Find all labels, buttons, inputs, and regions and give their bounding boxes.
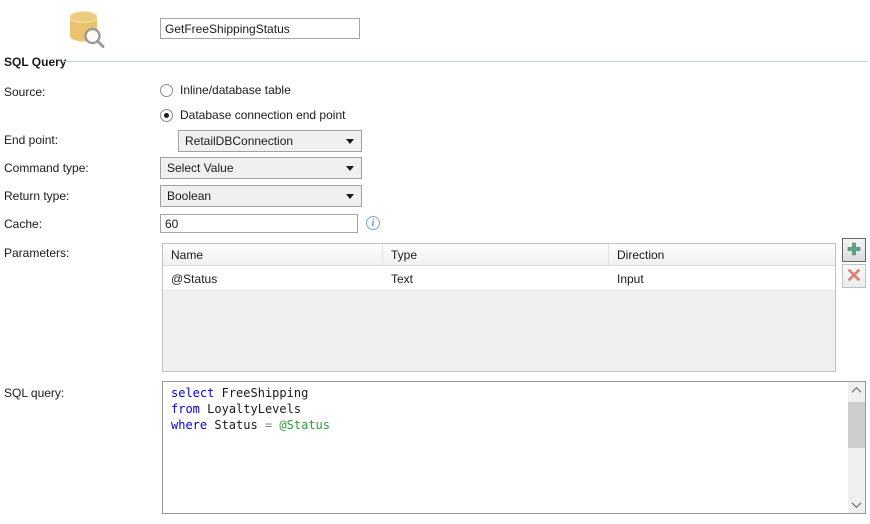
section-title: SQL Query — [4, 55, 66, 69]
sql-parameter: @Status — [279, 418, 330, 432]
radio-option-db-endpoint[interactable]: Database connection end point — [160, 108, 345, 122]
scroll-up-button[interactable] — [848, 382, 865, 399]
table-row[interactable]: @Status Text Input — [163, 266, 835, 291]
return-type-dropdown[interactable]: Boolean — [160, 185, 362, 207]
radio-option-inline-table[interactable]: Inline/database table — [160, 83, 291, 97]
cache-label: Cache: — [4, 217, 42, 231]
delete-icon — [846, 267, 862, 286]
query-name-input[interactable] — [160, 18, 360, 39]
sql-keyword: where — [171, 418, 207, 432]
parameter-type-cell: Text — [383, 266, 609, 290]
info-icon[interactable]: i — [366, 216, 380, 230]
parameter-name-cell: @Status — [163, 266, 383, 290]
delete-parameter-button[interactable] — [842, 264, 866, 288]
sql-query-config-panel: SQL Query Source: Inline/database table … — [0, 0, 870, 524]
return-type-label: Return type: — [4, 189, 69, 203]
chevron-down-icon — [346, 139, 354, 144]
sql-query-label: SQL query: — [4, 386, 64, 400]
source-label: Source: — [4, 85, 45, 99]
sql-code: select FreeShipping from LoyaltyLevelswhe… — [163, 382, 865, 433]
end-point-dropdown[interactable]: RetailDBConnection — [178, 130, 362, 152]
sql-keyword: from — [171, 402, 200, 416]
cache-input[interactable] — [160, 214, 358, 233]
parameters-table-header: Name Type Direction — [163, 244, 835, 266]
sql-query-editor[interactable]: select FreeShipping from LoyaltyLevelswhe… — [162, 381, 866, 514]
plus-icon — [847, 242, 861, 259]
chevron-down-icon — [852, 498, 862, 508]
vertical-scrollbar[interactable] — [848, 382, 865, 513]
column-header-type: Type — [383, 244, 609, 265]
chevron-up-icon — [852, 387, 862, 397]
radio-option-label: Inline/database table — [180, 83, 291, 97]
sql-identifier: Status — [214, 418, 257, 432]
radio-option-label: Database connection end point — [180, 108, 345, 122]
chevron-down-icon — [346, 194, 354, 199]
sql-operator: = — [265, 418, 272, 432]
parameter-direction-cell: Input — [609, 266, 835, 290]
sql-identifier: LoyaltyLevels — [207, 402, 301, 416]
add-parameter-button[interactable] — [842, 238, 866, 262]
dropdown-selected-value: RetailDBConnection — [185, 134, 293, 148]
database-search-icon — [64, 8, 106, 51]
column-header-direction: Direction — [609, 244, 835, 265]
sql-keyword: select — [171, 386, 214, 400]
scrollbar-thumb[interactable] — [848, 402, 865, 448]
section-divider — [63, 61, 868, 62]
dropdown-selected-value: Select Value — [167, 161, 234, 175]
scroll-down-button[interactable] — [848, 496, 865, 513]
sql-identifier: FreeShipping — [222, 386, 309, 400]
command-type-dropdown[interactable]: Select Value — [160, 157, 362, 179]
column-header-name: Name — [163, 244, 383, 265]
chevron-down-icon — [346, 166, 354, 171]
radio-selected-icon — [160, 109, 173, 122]
dropdown-selected-value: Boolean — [167, 189, 211, 203]
radio-icon — [160, 84, 173, 97]
end-point-label: End point: — [4, 133, 58, 147]
command-type-label: Command type: — [4, 161, 89, 175]
parameters-label: Parameters: — [4, 246, 69, 260]
parameters-table: Name Type Direction @Status Text Input — [162, 243, 836, 372]
